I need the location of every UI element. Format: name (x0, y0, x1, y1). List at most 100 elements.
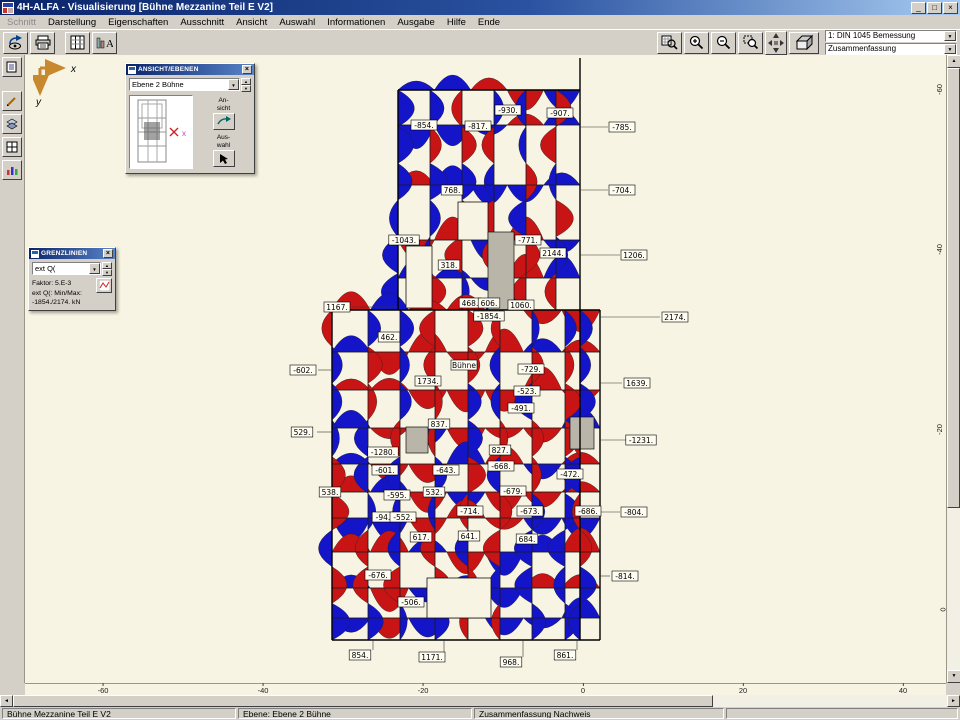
ebene-spinner[interactable]: ▲ ▼ (241, 78, 251, 92)
menu-item-schnitt[interactable]: Schnitt (1, 16, 42, 29)
scroll-up-button[interactable]: ▲ (947, 55, 960, 68)
axis-indicator: x y (33, 59, 79, 107)
spin-down-icon[interactable]: ▼ (241, 85, 251, 92)
pan-control[interactable] (765, 31, 787, 55)
ansicht-label-1: An- (218, 97, 228, 104)
menu-item-ende[interactable]: Ende (472, 16, 506, 29)
zoom-in-button[interactable] (684, 32, 709, 54)
ebene-combobox[interactable]: Ebene 2 Bühne ▼ (129, 78, 240, 91)
app-icon (2, 2, 14, 14)
dropdown-arrow-icon[interactable]: ▼ (944, 44, 956, 54)
titlebar[interactable]: 4H-ALFA - Visualisierung [Bühne Mezzanin… (0, 0, 960, 15)
dropdown-arrow-icon[interactable]: ▼ (89, 263, 100, 274)
menu-item-ausschnitt[interactable]: Ausschnitt (174, 16, 230, 29)
dropdown-arrow-icon[interactable]: ▼ (228, 79, 239, 90)
chart-icon (6, 164, 18, 176)
drawing-canvas[interactable]: -930.-907.-854.-817.-785.768.-704.-1043.… (25, 55, 946, 683)
maximize-icon: □ (932, 3, 937, 12)
level-thumbnail[interactable]: x (129, 95, 193, 169)
close-button[interactable]: × (943, 2, 958, 14)
maximize-button[interactable]: □ (927, 2, 942, 14)
grid-icon (6, 141, 18, 153)
value-label: -679. (503, 487, 522, 496)
value-label: -602. (293, 366, 312, 375)
value-label: -817. (468, 122, 487, 131)
horizontal-scrollbar[interactable]: ◄ ► (0, 695, 960, 707)
scroll-down-icon: ▼ (952, 673, 957, 679)
value-label: 462. (381, 333, 398, 342)
report-table-button[interactable] (65, 32, 90, 54)
view-3d-button[interactable] (789, 32, 819, 54)
value-label: -595. (387, 491, 406, 500)
ruler-tick-label: 40 (899, 686, 907, 695)
value-label: -714. (460, 507, 479, 516)
rail-info-button[interactable] (2, 160, 22, 180)
value-label: -673. (520, 507, 539, 516)
hscroll-thumb[interactable] (13, 695, 713, 707)
window-icon (31, 250, 39, 258)
vertical-scrollbar[interactable]: ▲ ▼ (946, 55, 960, 683)
toolbar: A 1: DIN 1045 Bemessung ▼ Zusammenfassun… (0, 29, 960, 55)
menu-item-ansicht[interactable]: Ansicht (230, 16, 273, 29)
vscroll-thumb[interactable] (947, 68, 960, 508)
dropdown-arrow-icon[interactable]: ▼ (944, 31, 956, 41)
scroll-down-button[interactable]: ▼ (947, 670, 960, 683)
value-label: 529. (294, 428, 311, 437)
spin-up-icon[interactable]: ▲ (241, 78, 251, 85)
rail-layers-button[interactable] (2, 114, 22, 134)
statusbar: Bühne Mezzanine Teil E V2 Ebene: Ebene 2… (0, 707, 960, 720)
result-type-combobox[interactable]: Zusammenfassung ▼ (825, 43, 957, 55)
grenzlinie-combobox[interactable]: ext Q( ▼ (32, 262, 101, 275)
scroll-left-button[interactable]: ◄ (0, 695, 13, 707)
value-label: 468. (462, 299, 479, 308)
grenzlinien-window-titlebar[interactable]: GRENZLINIEN × (29, 248, 115, 259)
menu-item-darstellung[interactable]: Darstellung (42, 16, 102, 29)
ansicht-window-titlebar[interactable]: ANSICHT/EBENEN × (126, 64, 254, 75)
value-label: -643. (436, 466, 455, 475)
close-icon: × (948, 3, 953, 12)
vscroll-track[interactable] (947, 508, 960, 670)
text-output-button[interactable]: A (92, 32, 117, 54)
value-label: 827. (492, 446, 509, 455)
zoom-extents-button[interactable] (657, 32, 682, 54)
print-button[interactable] (30, 32, 55, 54)
value-label: -94. (376, 513, 391, 522)
rail-grid-button[interactable] (2, 137, 22, 157)
wall-patch (406, 427, 428, 453)
zoom-window-button[interactable] (738, 32, 763, 54)
grenzlinien-options-button[interactable] (96, 278, 112, 293)
ruler-tick-label: -60 (935, 84, 944, 95)
grenzlinien-close-button[interactable]: × (103, 249, 113, 258)
previous-view-button[interactable] (3, 32, 28, 54)
ruler-tick-label: 0 (581, 686, 585, 695)
spin-down-icon[interactable]: ▼ (102, 269, 112, 276)
status-filler (726, 708, 958, 719)
auswahl-label-2: wahl (217, 142, 230, 149)
scroll-right-button[interactable]: ► (947, 695, 960, 707)
grenzlinien-window[interactable]: GRENZLINIEN × ext Q( ▼ ▲ ▼ Faktor: 5 (28, 247, 116, 311)
menu-item-hilfe[interactable]: Hilfe (441, 16, 472, 29)
menu-item-eigenschaften[interactable]: Eigenschaften (102, 16, 174, 29)
zoom-out-button[interactable] (711, 32, 736, 54)
bottom-ruler: -60-40-2002040 (25, 683, 946, 695)
value-label: 861. (557, 651, 574, 660)
minimize-button[interactable]: _ (911, 2, 926, 14)
hscroll-track[interactable] (713, 695, 947, 707)
cursor-icon (218, 153, 230, 165)
value-label: 538. (322, 488, 339, 497)
menu-item-auswahl[interactable]: Auswahl (273, 16, 321, 29)
ansicht-ebenen-window[interactable]: ANSICHT/EBENEN × Ebene 2 Bühne ▼ ▲ ▼ (125, 63, 255, 174)
spin-up-icon[interactable]: ▲ (102, 262, 112, 269)
value-label: -552. (393, 513, 412, 522)
ruler-tick-label: -20 (418, 686, 429, 695)
menu-item-ausgabe[interactable]: Ausgabe (391, 16, 441, 29)
rail-draw-button[interactable] (2, 91, 22, 111)
grenzlinie-spinner[interactable]: ▲ ▼ (102, 262, 112, 276)
auswahl-button[interactable] (213, 150, 235, 167)
ansicht-apply-button[interactable] (213, 113, 235, 130)
design-code-combobox[interactable]: 1: DIN 1045 Bemessung ▼ (825, 30, 957, 42)
ansicht-close-button[interactable]: × (242, 65, 252, 74)
rail-view-button[interactable] (2, 57, 22, 77)
y-axis-label: y (35, 97, 42, 107)
menu-item-informationen[interactable]: Informationen (321, 16, 391, 29)
